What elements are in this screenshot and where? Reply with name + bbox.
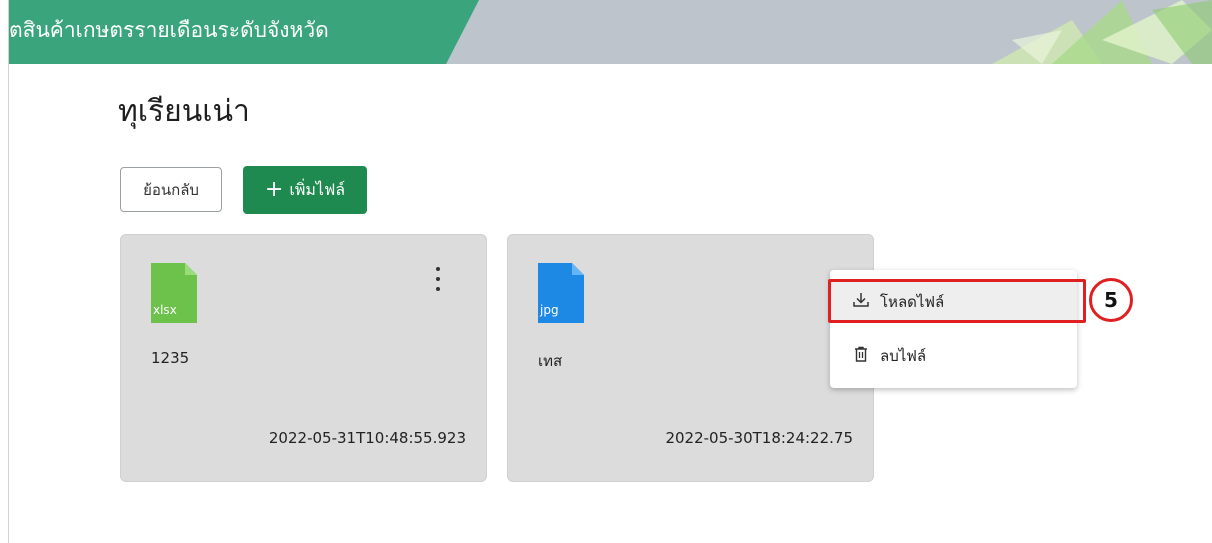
back-button[interactable]: ย้อนกลับ (120, 167, 222, 212)
more-options-icon[interactable] (433, 267, 443, 291)
jpg-file-icon: jpg (538, 263, 584, 323)
left-border (8, 0, 9, 543)
add-file-button[interactable]: + เพิ่มไฟล์ (243, 166, 367, 214)
add-file-label: เพิ่มไฟล์ (289, 179, 346, 199)
file-ext-label: jpg (540, 303, 559, 317)
annotation-highlight-box (828, 279, 1086, 323)
file-date: 2022-05-31T10:48:55.923 (268, 429, 466, 447)
delete-file-menu-item[interactable]: ลบไฟล์ (830, 336, 1077, 376)
file-ext-label: xlsx (153, 303, 177, 317)
page-title: ทุเรียนเน่า (118, 94, 250, 129)
banner-decoration (992, 0, 1212, 64)
file-name: 1235 (151, 349, 190, 367)
step-number-badge: 5 (1089, 278, 1133, 322)
file-card[interactable]: jpg เทส 2022-05-30T18:24:22.75 (507, 234, 874, 482)
xlsx-file-icon: xlsx (151, 263, 197, 323)
plus-icon: + (264, 177, 284, 202)
file-card[interactable]: xlsx 1235 2022-05-31T10:48:55.923 (120, 234, 487, 482)
trash-icon (852, 345, 870, 367)
header-banner: ิตสินค้าเกษตรรายเดือนระดับจังหวัด (9, 0, 1212, 64)
file-name: เทส (538, 352, 563, 370)
delete-label: ลบไฟล์ (880, 347, 927, 365)
file-date: 2022-05-30T18:24:22.75 (665, 429, 853, 447)
back-button-label: ย้อนกลับ (143, 180, 199, 199)
banner-title: ิตสินค้าเกษตรรายเดือนระดับจังหวัด (9, 18, 329, 42)
